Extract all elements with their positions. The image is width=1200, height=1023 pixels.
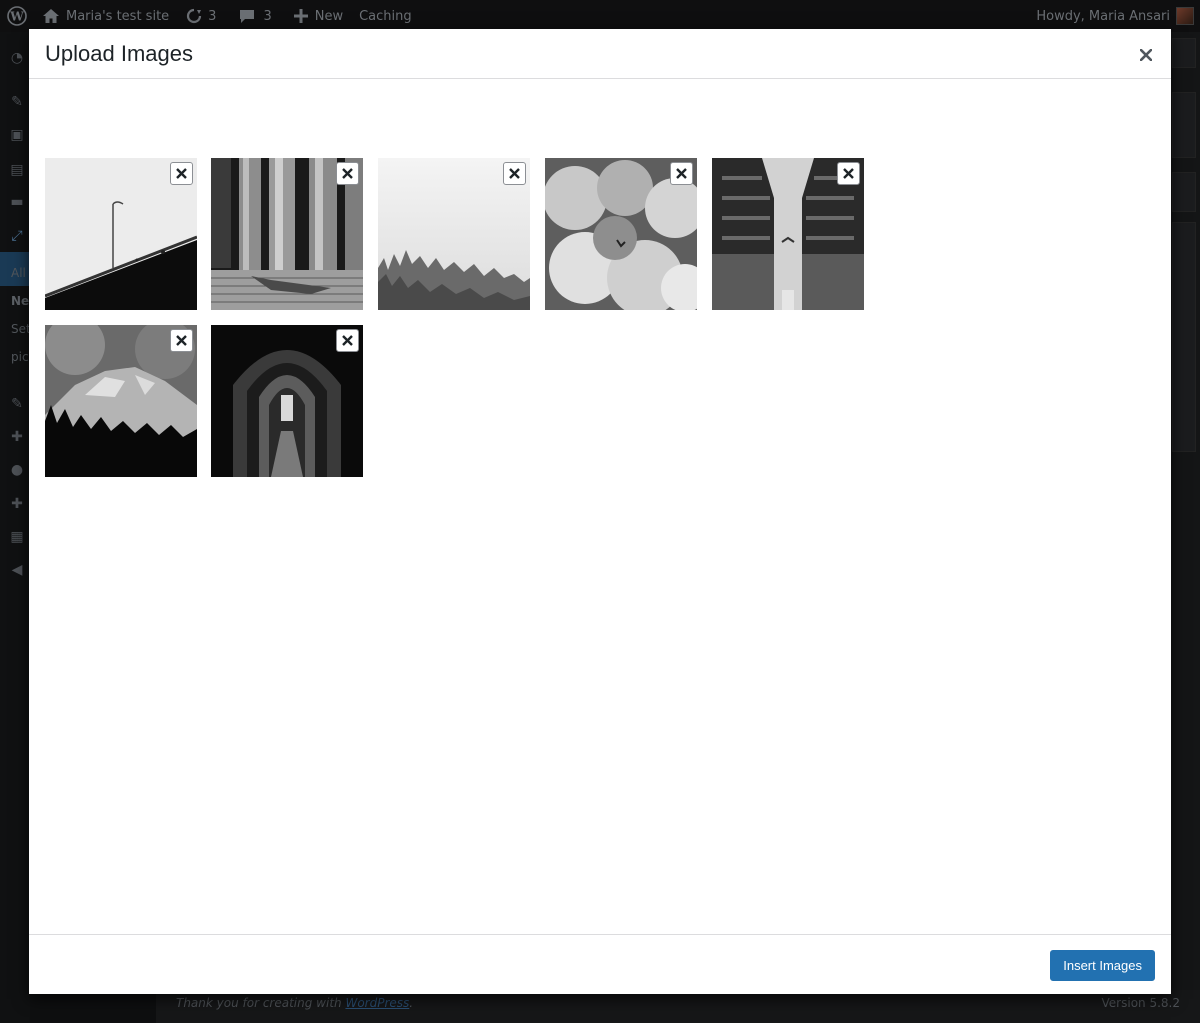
close-icon — [176, 168, 187, 179]
svg-text:W: W — [9, 10, 24, 24]
caching-label: Caching — [359, 8, 412, 24]
image-thumbnail[interactable] — [211, 158, 363, 310]
image-thumbnail[interactable] — [45, 158, 197, 310]
image-thumbnail[interactable] — [45, 325, 197, 477]
site-name: Maria's test site — [66, 8, 170, 24]
close-icon — [342, 335, 353, 346]
insert-images-button[interactable]: Insert Images — [1050, 950, 1155, 981]
avatar — [1176, 7, 1194, 25]
admin-footer: Thank you for creating with WordPress. V… — [156, 990, 1200, 1023]
image-thumbnail[interactable] — [211, 325, 363, 477]
remove-image-button[interactable] — [170, 329, 193, 352]
remove-image-button[interactable] — [170, 162, 193, 185]
appearance-icon[interactable]: ✎ — [8, 396, 26, 414]
image-thumbnail[interactable] — [545, 158, 697, 310]
tools-icon[interactable]: ✚ — [8, 496, 26, 514]
dashboard-icon[interactable]: ◔ — [8, 50, 26, 68]
image-thumbnail[interactable] — [378, 158, 530, 310]
sidebar-subitem-new[interactable]: Ne — [11, 294, 29, 308]
caching-link[interactable]: Caching — [351, 0, 420, 32]
modal-header: Upload Images — [29, 29, 1171, 79]
remove-image-button[interactable] — [336, 162, 359, 185]
modal-title: Upload Images — [45, 41, 193, 66]
image-thumbnail[interactable] — [712, 158, 864, 310]
updates-link[interactable]: 3 — [177, 0, 224, 32]
modal-footer: Insert Images — [29, 934, 1171, 994]
collapse-icon[interactable]: ◀ — [8, 562, 26, 580]
sidebar-subitem-all[interactable]: All — [11, 266, 26, 280]
close-icon — [509, 168, 520, 179]
settings-icon[interactable]: ▦ — [8, 529, 26, 547]
remove-image-button[interactable] — [837, 162, 860, 185]
updates-count: 3 — [208, 8, 217, 24]
background-panel — [1172, 222, 1196, 452]
close-icon — [342, 168, 353, 179]
new-content-link[interactable]: New — [286, 0, 351, 32]
admin-bar: W Maria's test site 3 3 New Caching Howd… — [0, 0, 1200, 32]
background-panel — [1172, 172, 1196, 212]
media-icon[interactable]: ▣ — [8, 127, 26, 145]
greeting: Howdy, Maria Ansari — [1036, 8, 1170, 24]
gallery-icon[interactable]: ⤢ — [8, 228, 26, 246]
comments-link[interactable]: 3 — [230, 0, 279, 32]
account-link[interactable]: Howdy, Maria Ansari — [1028, 0, 1200, 32]
plugins-icon[interactable]: ✚ — [8, 429, 26, 447]
users-icon[interactable]: ● — [8, 462, 26, 480]
wordpress-logo-icon[interactable]: W — [0, 0, 34, 32]
close-icon — [176, 335, 187, 346]
background-panel — [1172, 92, 1196, 158]
close-icon — [1140, 49, 1152, 61]
remove-image-button[interactable] — [670, 162, 693, 185]
close-icon — [676, 168, 687, 179]
pin-icon[interactable]: ✎ — [8, 94, 26, 112]
remove-image-button[interactable] — [503, 162, 526, 185]
footer-thanks: Thank you for creating with WordPress. — [176, 996, 414, 1010]
admin-sidebar: ◔ ✎ ▣ ▤ ▬ ⤢ All Ne Set pic ✎ ✚ ● ✚ ▦ ◀ — [0, 32, 31, 1023]
close-icon — [843, 168, 854, 179]
sidebar-subitem-settings[interactable]: Set — [11, 322, 31, 336]
comment-icon — [240, 10, 255, 23]
sidebar-subitem-pic[interactable]: pic — [11, 350, 29, 364]
pages-icon[interactable]: ▤ — [8, 162, 26, 180]
updates-icon — [187, 8, 202, 24]
new-label: New — [314, 8, 344, 24]
site-name-link[interactable]: Maria's test site — [34, 0, 177, 32]
remove-image-button[interactable] — [336, 329, 359, 352]
modal-close-button[interactable] — [1129, 38, 1163, 72]
comments-menu-icon[interactable]: ▬ — [8, 194, 26, 212]
plus-icon — [293, 9, 308, 23]
footer-version: Version 5.8.2 — [1101, 996, 1180, 1010]
comments-count: 3 — [263, 8, 272, 24]
upload-images-modal: Upload Images Insert Images — [29, 29, 1171, 994]
background-panel — [1172, 38, 1196, 68]
home-icon — [43, 9, 59, 23]
wordpress-link[interactable]: WordPress — [345, 996, 409, 1010]
